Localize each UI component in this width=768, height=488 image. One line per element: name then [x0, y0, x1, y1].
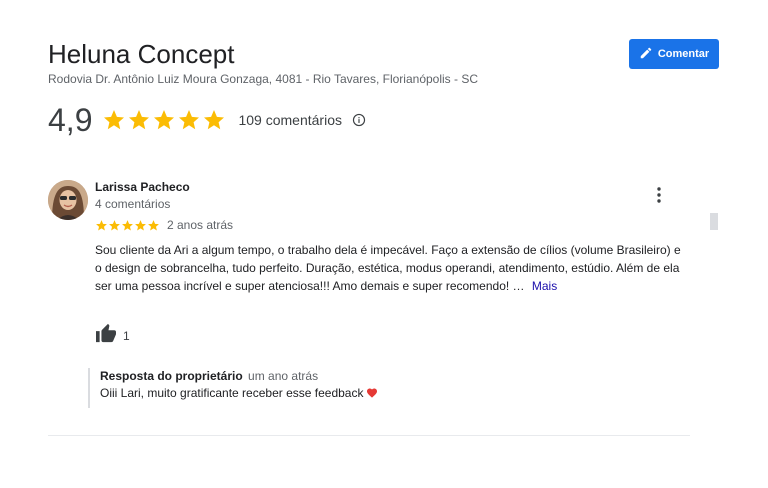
star-icon: [148, 219, 159, 230]
star-icon: [96, 219, 107, 230]
star-icon: [154, 110, 175, 130]
scrollbar-thumb[interactable]: [710, 213, 718, 230]
place-address: Rodovia Dr. Antônio Luiz Moura Gonzaga, …: [48, 72, 479, 86]
more-options-icon[interactable]: [652, 186, 666, 204]
comment-button-label: Comentar: [657, 48, 710, 60]
review-date: 2 anos atrás: [167, 218, 234, 232]
star-icon: [109, 219, 120, 230]
rating-summary: 4,9 109 comentários: [48, 100, 366, 140]
review-body: Sou cliente da Ari a algum tempo, o trab…: [95, 243, 681, 293]
rating-stars: [102, 108, 226, 132]
like-row: 1: [95, 323, 130, 348]
owner-reply-label: Resposta do proprietário: [100, 369, 243, 383]
review-rating-row: 2 anos atrás: [95, 218, 233, 232]
star-icon: [179, 110, 200, 130]
more-link[interactable]: Mais: [532, 279, 557, 293]
comment-button[interactable]: Comentar: [629, 39, 719, 69]
star-icon: [204, 110, 225, 130]
pencil-icon: [639, 46, 653, 63]
owner-reply-text: Oiii Lari, muito gratificante receber es…: [100, 386, 364, 400]
star-icon: [104, 110, 125, 130]
info-icon[interactable]: [352, 113, 366, 127]
review-text: Sou cliente da Ari a algum tempo, o trab…: [95, 241, 685, 295]
like-count: 1: [123, 328, 130, 343]
owner-reply: Resposta do proprietário um ano atrás Oi…: [88, 368, 588, 408]
owner-reply-text-row: Oiii Lari, muito gratificante receber es…: [100, 384, 588, 402]
star-icon: [129, 110, 150, 130]
place-title: Heluna Concept: [48, 39, 235, 69]
thumbs-up-icon[interactable]: [95, 323, 117, 348]
reviewer-name[interactable]: Larissa Pacheco: [95, 180, 190, 194]
review-count: 109 comentários: [238, 112, 342, 128]
reviewer-review-count: 4 comentários: [95, 197, 171, 211]
star-icon: [122, 219, 133, 230]
star-icon: [135, 219, 146, 230]
review-stars: [95, 219, 160, 232]
heart-icon: [366, 385, 378, 398]
owner-reply-header: Resposta do proprietário um ano atrás: [100, 368, 588, 384]
rating-value: 4,9: [48, 102, 93, 138]
owner-reply-date: um ano atrás: [248, 369, 319, 383]
avatar[interactable]: [48, 180, 88, 220]
divider: [48, 435, 690, 436]
